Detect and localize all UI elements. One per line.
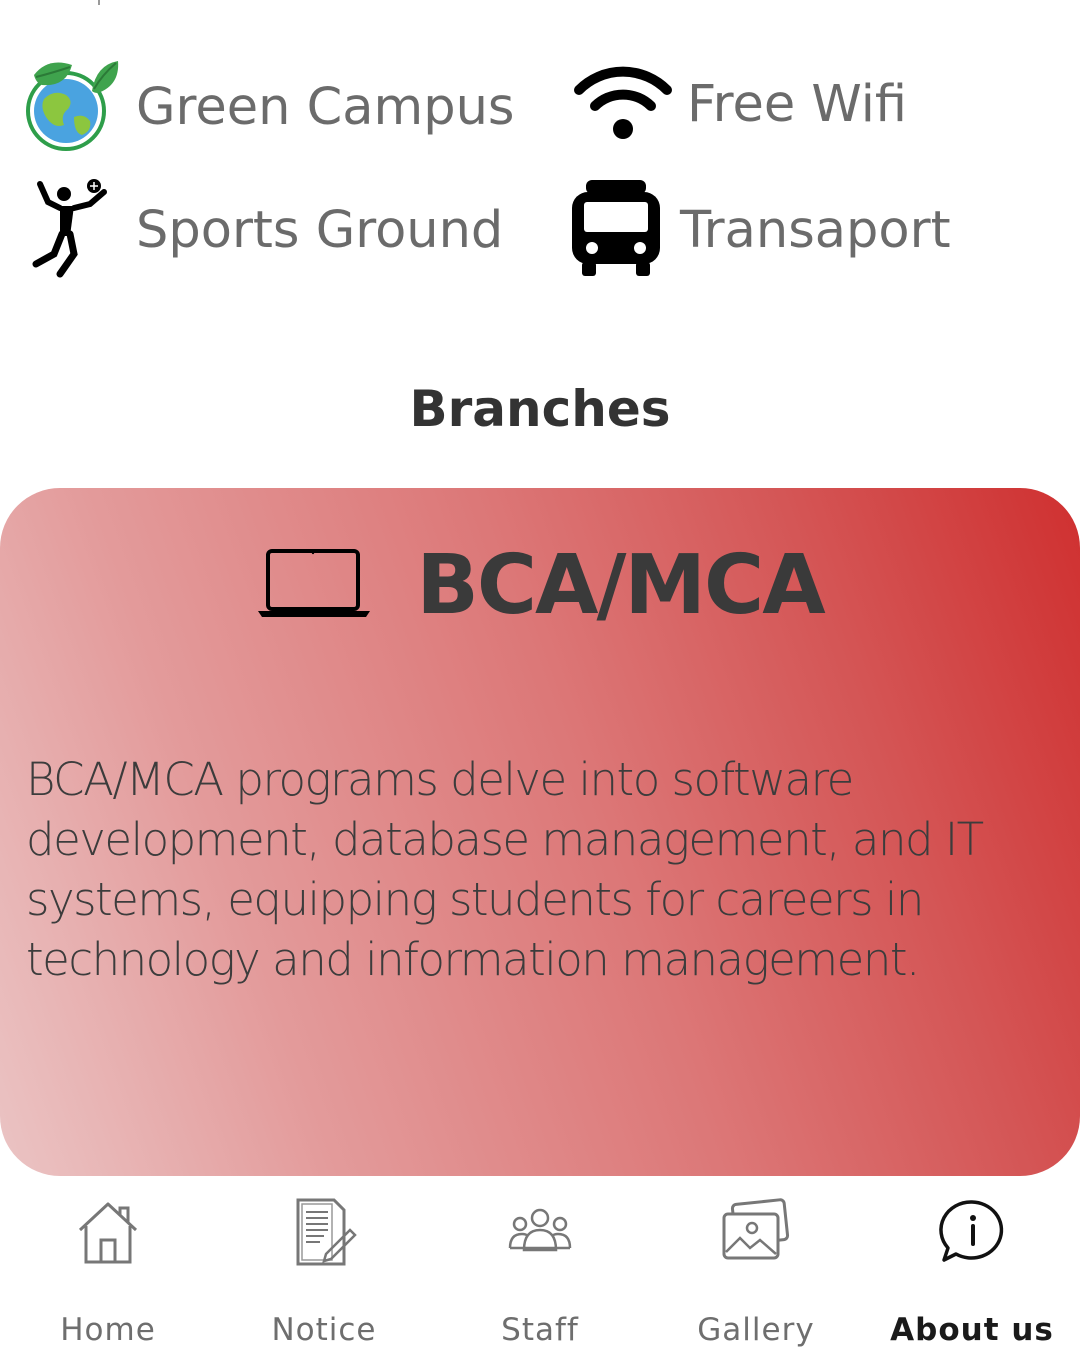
facility-transport: Transaport — [570, 178, 951, 283]
branch-description: BCA/MCA programs delve into software dev… — [26, 753, 984, 986]
info-chat-icon — [936, 1196, 1008, 1268]
facility-label: Transaport — [680, 201, 951, 260]
facility-free-wifi: Free Wifi — [573, 62, 907, 147]
nav-staff[interactable]: Staff — [432, 1176, 648, 1358]
branch-name: BCA/MCA — [416, 538, 825, 633]
gallery-icon — [720, 1196, 792, 1268]
branches-heading: Branches — [409, 380, 671, 438]
nav-label: About us — [890, 1312, 1054, 1348]
branch-card-header: BCA/MCA — [0, 538, 1080, 633]
staff-icon — [504, 1196, 576, 1268]
notice-icon — [288, 1196, 360, 1268]
globe-leaf-icon — [22, 55, 122, 160]
bottom-navigation: Home Notice Staff Gallery About us — [0, 1176, 1080, 1358]
app-screen: Green Campus Free Wifi Sports Ground Tra… — [0, 0, 1080, 1358]
nav-notice[interactable]: Notice — [216, 1176, 432, 1358]
scroll-tick — [98, 0, 100, 5]
nav-home[interactable]: Home — [0, 1176, 216, 1358]
facility-label: Sports Ground — [136, 201, 504, 260]
facility-green-campus: Green Campus — [22, 55, 514, 160]
home-icon — [72, 1196, 144, 1268]
facility-label: Free Wifi — [687, 75, 908, 134]
nav-label: Staff — [501, 1312, 579, 1348]
nav-gallery[interactable]: Gallery — [648, 1176, 864, 1358]
nav-about-us[interactable]: About us — [864, 1176, 1080, 1358]
volleyball-player-icon — [30, 178, 112, 283]
branch-card-bca-mca[interactable]: BCA/MCA BCA/MCA programs delve into soft… — [0, 488, 1080, 1176]
nav-label: Home — [60, 1312, 156, 1348]
nav-label: Notice — [271, 1312, 377, 1348]
nav-label: Gallery — [697, 1312, 815, 1348]
wifi-icon — [573, 62, 673, 147]
laptop-icon — [256, 547, 372, 624]
facility-label: Green Campus — [136, 78, 515, 137]
facility-sports-ground: Sports Ground — [30, 178, 503, 283]
bus-icon — [570, 178, 662, 283]
